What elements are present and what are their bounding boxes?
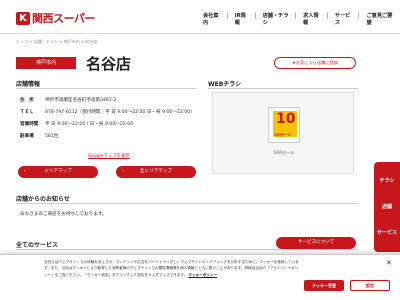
- google-map-link[interactable]: Googleマップを表示: [88, 153, 130, 159]
- cookie-text: 当社ではウェブサイトでの体験を向上させ、コンテンツや広告をパーソナライズし、ウェ…: [44, 260, 299, 277]
- site-logo[interactable]: K 関西スーパー: [16, 10, 95, 26]
- flyer-image-text: 10円セール: [274, 133, 292, 137]
- logo-mark: K: [16, 11, 30, 25]
- info-value: 581台: [45, 134, 59, 139]
- area-map-button[interactable]: › エリアマップ: [18, 166, 98, 178]
- flyer-number: 10: [276, 111, 296, 127]
- cookie-settings-button[interactable]: 設定: [350, 280, 390, 291]
- global-nav: 会社案内 IR情報 店舗・チラシ 求人情報 サービス ご意見ご要望: [196, 12, 400, 26]
- chevron-right-icon: ›: [122, 169, 124, 174]
- info-value: 神戸市須磨区名谷町字宿南3467-2: [45, 98, 117, 103]
- nav-item-stores[interactable]: 店舗・チラシ: [256, 12, 297, 26]
- chevron-right-icon: ›: [24, 169, 26, 174]
- flyer-thumbnail[interactable]: 10 10円セール: [268, 107, 300, 143]
- services-heading: 全てのサービス: [16, 242, 59, 249]
- info-row-tel: ＴＥＬ 078-797-6112（受付時間／平 日 9:00〜22:00 日・祝…: [20, 109, 195, 116]
- store-info-heading: 店舗情報: [16, 81, 41, 88]
- all-area-map-label: 全エリアマップ: [139, 169, 173, 174]
- divider: [16, 249, 358, 250]
- divider: [16, 203, 358, 204]
- logo-text: 関西スーパー: [32, 12, 95, 25]
- info-row-parking: 駐車場 581台: [20, 133, 195, 140]
- area-map-label: エリアマップ: [44, 169, 72, 174]
- info-value[interactable]: 078-797-6112（受付時間／平 日 9:00〜22:00 日・祝 9:0…: [45, 109, 195, 116]
- info-key: ＴＥＬ: [20, 110, 34, 115]
- info-value: 平 日 9:00〜22:00 / 日・祝 9:00〜22:00: [45, 122, 134, 127]
- notice-text: みなさまのご来店をお待ちしております。: [20, 212, 107, 217]
- cookie-banner: 当社ではウェブサイトでの体験を向上させ、コンテンツや広告をパーソナライズし、ウェ…: [0, 254, 400, 300]
- divider: [16, 88, 196, 89]
- all-area-map-button[interactable]: › 全エリアマップ: [116, 166, 196, 178]
- nav-item-company[interactable]: 会社案内: [196, 12, 228, 26]
- favorite-store-button[interactable]: ★お気に入り店舗に登録: [274, 57, 356, 69]
- nav-item-feedback[interactable]: ご意見ご要望: [359, 12, 400, 26]
- info-key: 駐車場: [20, 134, 34, 139]
- info-key: 営業時間: [20, 122, 39, 127]
- area-badge: 神戸市内: [16, 57, 76, 69]
- breadcrumb[interactable]: トップ > 店舗・チラシ > 神戸市内 > 名谷店: [16, 39, 98, 45]
- web-flyer-card[interactable]: 10 10円セール 10円セール: [212, 92, 354, 174]
- close-icon[interactable]: ✕: [386, 259, 392, 267]
- accept-cookies-button[interactable]: クッキー受容: [304, 280, 344, 291]
- site-header: K 関西スーパー 会社案内 IR情報 店舗・チラシ 求人情報 サービス ご意見ご…: [0, 0, 400, 34]
- nav-item-ir[interactable]: IR情報: [228, 12, 256, 26]
- nav-item-recruit[interactable]: 求人情報: [296, 12, 328, 26]
- info-row-hours: 営業時間 平 日 9:00〜22:00 / 日・祝 9:00〜22:00: [20, 121, 195, 128]
- side-tab-service[interactable]: サービス: [374, 214, 400, 252]
- cookie-notice: 当社ではウェブサイトでの体験を向上させ、コンテンツや広告をパーソナライズし、ウェ…: [44, 259, 300, 278]
- about-services-button[interactable]: サービスについて: [276, 237, 356, 249]
- nav-item-service[interactable]: サービス: [328, 12, 360, 26]
- page-title: 名谷店: [86, 55, 132, 73]
- cookie-policy-link[interactable]: クッキーポリシー: [188, 273, 217, 277]
- flyer-caption: 10円セール: [273, 150, 295, 155]
- info-key: 住 所: [20, 98, 34, 103]
- store-info-table: 住 所 神戸市須磨区名谷町字宿南3467-2 ＴＥＬ 078-797-6112（…: [20, 97, 195, 145]
- notice-heading: 店舗からのお知らせ: [16, 196, 70, 203]
- web-flyer-heading: WEBチラシ: [208, 81, 242, 88]
- info-row-address: 住 所 神戸市須磨区名谷町字宿南3467-2: [20, 97, 195, 104]
- divider: [208, 88, 358, 89]
